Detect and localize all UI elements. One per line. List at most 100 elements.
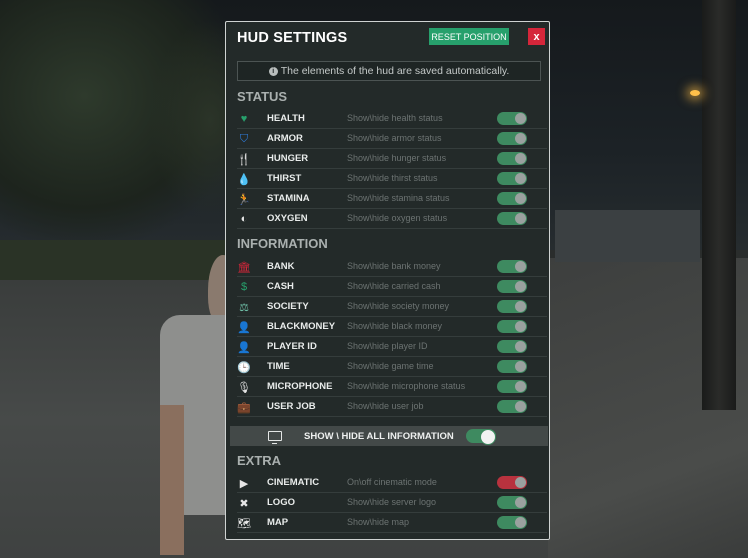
building	[555, 210, 700, 262]
show-hide-all-row[interactable]: SHOW \ HIDE ALL INFORMATION	[230, 426, 548, 446]
autosave-notice: i The elements of the hud are saved auto…	[237, 61, 541, 81]
setting-description: Show\hide oxygen status	[347, 213, 448, 223]
spy-icon: 👤	[237, 321, 251, 334]
map-icon: 🗺	[237, 517, 251, 530]
setting-label: CASH	[267, 281, 294, 292]
close-icon: x	[533, 30, 540, 43]
setting-row-player-id: 👤 PLAYER ID Show\hide player ID	[237, 337, 547, 357]
setting-description: Show\hide black money	[347, 321, 443, 331]
section-title-extra: EXTRA	[237, 453, 282, 468]
toggle-cash[interactable]	[497, 280, 527, 293]
streetlight	[690, 90, 700, 96]
info-icon: i	[268, 66, 278, 76]
toggle-hunger[interactable]	[497, 152, 527, 165]
setting-label: BLACKMONEY	[267, 321, 336, 332]
setting-label: TIME	[267, 361, 290, 372]
clock-icon: 🕒	[237, 361, 251, 374]
setting-row-microphone: 🎙 MICROPHONE Show\hide microphone status	[237, 377, 547, 397]
setting-label: PLAYER ID	[267, 341, 317, 352]
toggle-bank[interactable]	[497, 260, 527, 273]
lungs-icon: ◐	[240, 213, 248, 225]
setting-label: ARMOR	[267, 133, 303, 144]
setting-row-thirst: 💧 THIRST Show\hide thirst status	[237, 169, 547, 189]
setting-description: Show\hide player ID	[347, 341, 428, 351]
toggle-oxygen[interactable]	[497, 212, 527, 225]
setting-row-logo: ✖ LOGO Show\hide server logo	[237, 493, 547, 513]
setting-description: Show\hide map	[347, 517, 410, 527]
setting-label: HUNGER	[267, 153, 309, 164]
setting-row-oxygen: ◐ OXYGEN Show\hide oxygen status	[237, 209, 547, 229]
setting-row-hunger: 🍴 HUNGER Show\hide hunger status	[237, 149, 547, 169]
setting-label: USER JOB	[267, 401, 316, 412]
setting-row-time: 🕒 TIME Show\hide game time	[237, 357, 547, 377]
toggle-health[interactable]	[497, 112, 527, 125]
setting-description: Show\hide thirst status	[347, 173, 438, 183]
setting-label: MICROPHONE	[267, 381, 333, 392]
setting-description: Show\hide hunger status	[347, 153, 447, 163]
setting-row-bank: 🏛 BANK Show\hide bank money	[237, 257, 547, 277]
briefcase-icon: 💼	[237, 401, 251, 414]
monitor-icon	[268, 431, 282, 444]
setting-description: Show\hide society money	[347, 301, 450, 311]
panel-title: HUD SETTINGS	[237, 30, 348, 46]
toggle-player-id[interactable]	[497, 340, 527, 353]
player-character	[160, 255, 238, 558]
setting-row-society: ⚖ SOCIETY Show\hide society money	[237, 297, 547, 317]
setting-description: Show\hide server logo	[347, 497, 437, 507]
setting-label: MAP	[267, 517, 289, 528]
setting-label: CINEMATIC	[267, 477, 320, 488]
bank-icon: 🏛	[237, 261, 251, 274]
setting-label: OXYGEN	[267, 213, 308, 224]
section-title-information: INFORMATION	[237, 236, 328, 251]
toggle-cinematic[interactable]	[497, 476, 527, 489]
x-circle-icon: ✖	[239, 497, 249, 510]
setting-description: Show\hide armor status	[347, 133, 442, 143]
reset-position-button[interactable]: RESET POSITION	[429, 28, 509, 45]
toggle-stamina[interactable]	[497, 192, 527, 205]
setting-description: Show\hide game time	[347, 361, 434, 371]
hud-settings-panel: HUD SETTINGS RESET POSITION x i The elem…	[225, 21, 550, 540]
microphone-icon: 🎙	[237, 381, 251, 394]
player-arm	[160, 405, 184, 555]
setting-label: BANK	[267, 261, 295, 272]
setting-row-user-job: 💼 USER JOB Show\hide user job	[237, 397, 547, 417]
droplet-icon: 💧	[237, 173, 251, 186]
show-hide-all-label: SHOW \ HIDE ALL INFORMATION	[304, 431, 454, 442]
scale-icon: ⚖	[239, 301, 249, 314]
utensils-icon: 🍴	[237, 153, 251, 166]
close-button[interactable]: x	[528, 28, 545, 45]
setting-description: Show\hide bank money	[347, 261, 441, 271]
shield-icon: ⛉	[239, 132, 249, 145]
user-icon: 👤	[237, 341, 251, 354]
notice-text: The elements of the hud are saved automa…	[280, 65, 510, 77]
setting-row-blackmoney: 👤 BLACKMONEY Show\hide black money	[237, 317, 547, 337]
toggle-blackmoney[interactable]	[497, 320, 527, 333]
toggle-logo[interactable]	[497, 496, 527, 509]
setting-label: STAMINA	[267, 193, 310, 204]
show-hide-all-toggle[interactable]	[466, 429, 496, 445]
setting-row-health: ♥ HEALTH Show\hide health status	[237, 109, 547, 129]
toggle-user-job[interactable]	[497, 400, 527, 413]
pole	[702, 0, 736, 410]
toggle-armor[interactable]	[497, 132, 527, 145]
setting-label: THIRST	[267, 173, 302, 184]
setting-row-cinematic: ▶ CINEMATIC On\off cinematic mode	[237, 473, 547, 493]
dollar-icon: $	[240, 281, 248, 293]
setting-label: LOGO	[267, 497, 295, 508]
setting-row-map: 🗺 MAP Show\hide map	[237, 513, 547, 533]
setting-label: HEALTH	[267, 113, 305, 124]
setting-row-stamina: 🏃 STAMINA Show\hide stamina status	[237, 189, 547, 209]
setting-description: Show\hide health status	[347, 113, 443, 123]
setting-row-cash: $ CASH Show\hide carried cash	[237, 277, 547, 297]
heart-icon: ♥	[240, 113, 248, 125]
toggle-society[interactable]	[497, 300, 527, 313]
toggle-thirst[interactable]	[497, 172, 527, 185]
toggle-map[interactable]	[497, 516, 527, 529]
toggle-microphone[interactable]	[497, 380, 527, 393]
setting-description: Show\hide user job	[347, 401, 424, 411]
setting-row-armor: ⛉ ARMOR Show\hide armor status	[237, 129, 547, 149]
toggle-time[interactable]	[497, 360, 527, 373]
running-icon: 🏃	[237, 193, 251, 206]
setting-label: SOCIETY	[267, 301, 309, 312]
section-title-status: STATUS	[237, 89, 288, 104]
